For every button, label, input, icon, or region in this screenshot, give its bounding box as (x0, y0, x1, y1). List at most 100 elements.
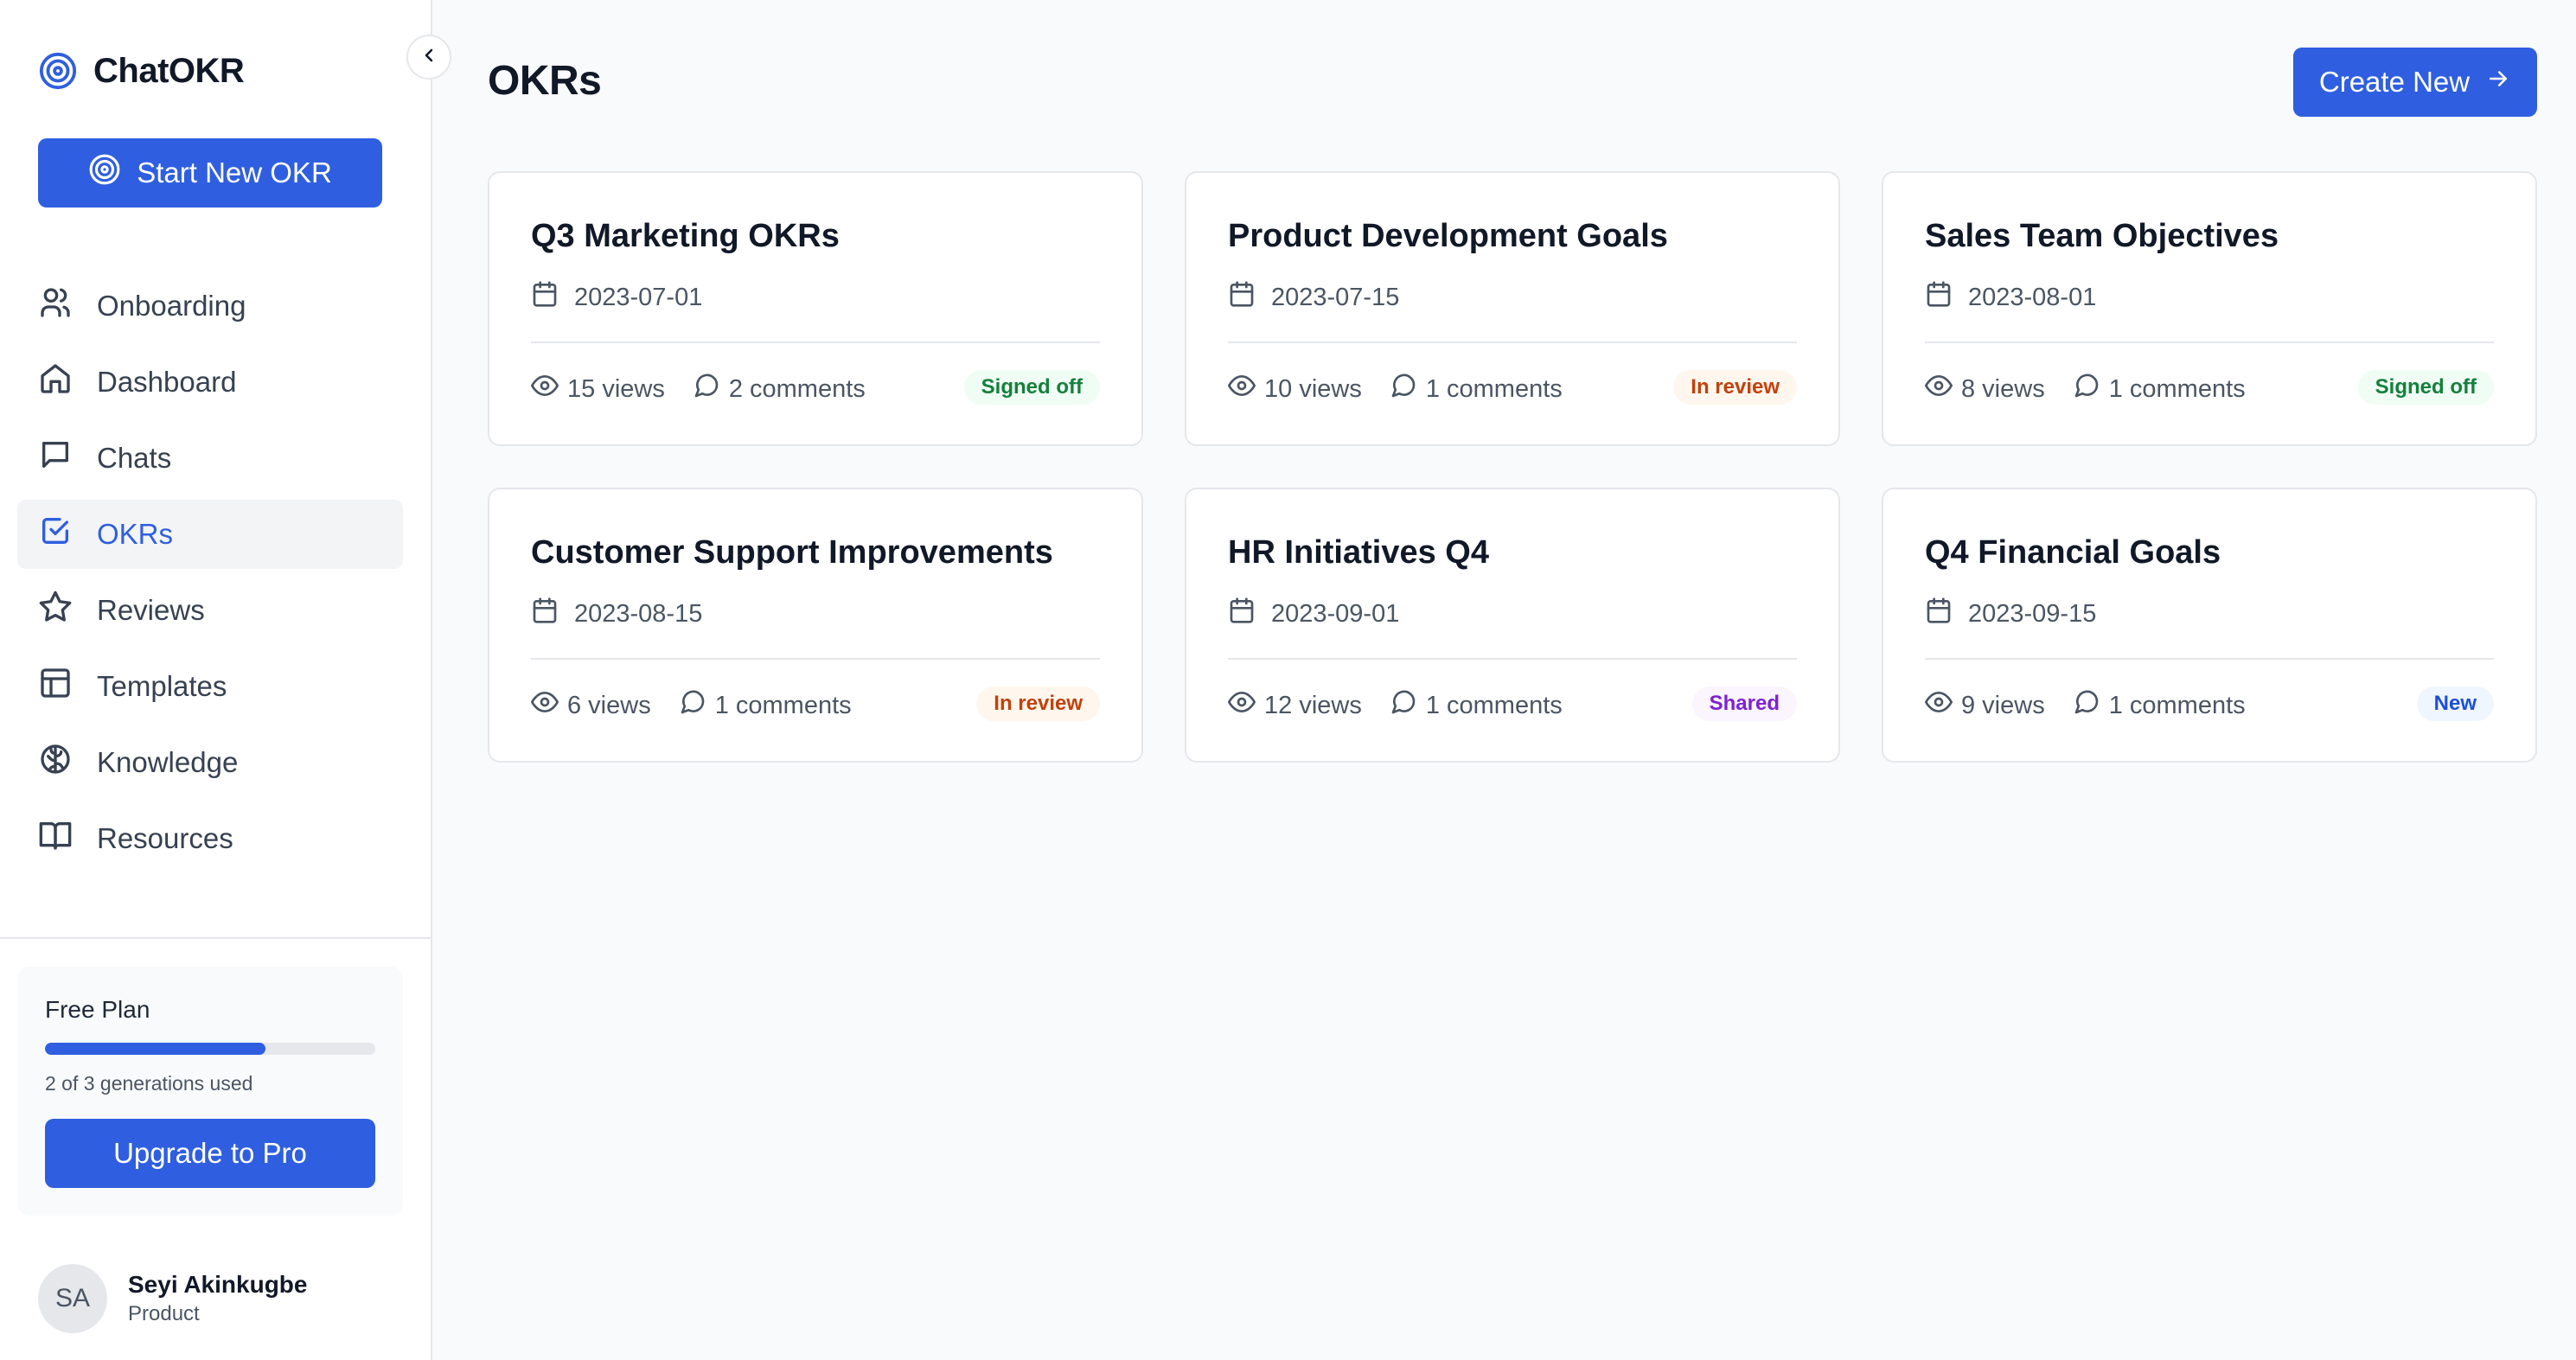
sidebar-item-okrs[interactable]: OKRs (17, 500, 403, 569)
status-badge: In review (976, 686, 1100, 721)
okr-card-comments: 1 comments (2073, 372, 2246, 406)
page-title: OKRs (488, 58, 602, 104)
okr-card-divider (1925, 342, 2494, 343)
okr-card-date: 2023-08-01 (1925, 280, 2096, 315)
usage-progress-fill (45, 1043, 265, 1055)
okr-card[interactable]: Q3 Marketing OKRs 2023-07-01 15 views 2 … (488, 171, 1143, 446)
target-logo-icon (38, 51, 78, 91)
okr-card-comments: 1 comments (1390, 372, 1563, 406)
arrow-right-icon (2485, 66, 2511, 99)
start-new-okr-label: Start New OKR (137, 156, 332, 188)
calendar-icon (531, 280, 559, 315)
okr-card-meta: 9 views 1 comments (1925, 688, 2246, 723)
okr-card-views: 6 views (531, 688, 651, 723)
create-new-label: Create New (2318, 66, 2471, 98)
user-name: Seyi Akinkugbe (128, 1271, 308, 1298)
okr-card-divider (1228, 658, 1797, 660)
okr-card-date-text: 2023-08-01 (1968, 283, 2097, 311)
sidebar-item-label: Templates (97, 670, 227, 702)
sidebar-item-reviews[interactable]: Reviews (17, 576, 403, 645)
brain-icon (38, 742, 73, 783)
okr-card-views: 10 views (1228, 372, 1362, 406)
comment-icon (2073, 372, 2100, 406)
okr-card-date: 2023-08-15 (531, 597, 702, 631)
upgrade-button[interactable]: Upgrade to Pro (45, 1119, 375, 1188)
sidebar-item-chats[interactable]: Chats (17, 424, 403, 493)
star-icon (38, 590, 73, 631)
sidebar-item-resources[interactable]: Resources (17, 804, 403, 873)
okr-card-date: 2023-07-01 (531, 280, 702, 315)
okr-card-title: HR Initiatives Q4 (1228, 534, 1489, 571)
okr-card-views: 8 views (1925, 372, 2045, 406)
okr-card-views: 15 views (531, 372, 665, 406)
okr-card-title: Q3 Marketing OKRs (531, 218, 840, 254)
status-badge: New (2416, 686, 2494, 721)
user-profile[interactable]: SA Seyi Akinkugbe Product (38, 1264, 307, 1333)
okr-card-comments-text: 1 comments (2108, 691, 2246, 719)
okr-card-comments-text: 1 comments (714, 691, 852, 719)
status-badge: Signed off (963, 370, 1100, 405)
collapse-sidebar-button[interactable] (406, 35, 451, 80)
message-icon (38, 437, 73, 479)
okr-card[interactable]: Q4 Financial Goals 2023-09-15 9 views 1 … (1882, 488, 2537, 763)
okr-card-divider (531, 342, 1100, 343)
calendar-icon (1228, 280, 1256, 315)
okr-card-views-text: 10 views (1264, 374, 1362, 403)
okr-card-meta: 12 views 1 comments (1228, 688, 1563, 723)
okr-card-date-text: 2023-07-15 (1271, 283, 1400, 311)
okr-card-meta: 6 views 1 comments (531, 688, 852, 723)
okr-card-views-text: 12 views (1264, 691, 1362, 719)
status-badge: Shared (1691, 686, 1797, 721)
okr-card-date-text: 2023-09-01 (1271, 599, 1400, 628)
status-badge: Signed off (2357, 370, 2494, 405)
app-name: ChatOKR (93, 51, 245, 90)
okr-card-divider (531, 658, 1100, 660)
plan-title: Free Plan (45, 996, 150, 1023)
okr-card-meta: 8 views 1 comments (1925, 372, 2246, 406)
calendar-icon (1228, 597, 1256, 631)
eye-icon (1228, 372, 1256, 406)
sidebar-item-label: Resources (97, 822, 233, 854)
okr-card-views-text: 15 views (567, 374, 665, 403)
sidebar-item-label: Dashboard (97, 366, 237, 398)
okr-card[interactable]: Customer Support Improvements 2023-08-15… (488, 488, 1143, 763)
avatar: SA (38, 1264, 107, 1333)
sidebar-item-dashboard[interactable]: Dashboard (17, 348, 403, 417)
okr-card-title: Customer Support Improvements (531, 534, 1053, 571)
okr-card-comments-text: 2 comments (728, 374, 866, 403)
plan-usage-text: 2 of 3 generations used (45, 1072, 253, 1095)
calendar-icon (531, 597, 559, 631)
okr-card-divider (1925, 658, 2494, 660)
sidebar-item-knowledge[interactable]: Knowledge (17, 728, 403, 797)
okr-card-title: Sales Team Objectives (1925, 218, 2279, 254)
okr-card-meta: 10 views 1 comments (1228, 372, 1563, 406)
okr-card-comments: 1 comments (1390, 688, 1563, 723)
okr-card[interactable]: Sales Team Objectives 2023-08-01 8 views… (1882, 171, 2537, 446)
sidebar-item-label: OKRs (97, 518, 174, 550)
calendar-icon (1925, 280, 1953, 315)
comment-icon (2073, 688, 2100, 723)
sidebar-item-templates[interactable]: Templates (17, 652, 403, 721)
okr-card-views-text: 9 views (1961, 691, 2045, 719)
eye-icon (1925, 372, 1953, 406)
sidebar-divider (0, 937, 432, 939)
create-new-button[interactable]: Create New (2293, 48, 2537, 117)
okr-card-comments-text: 1 comments (1425, 691, 1563, 719)
usage-progress-bar (45, 1043, 375, 1055)
target-icon (88, 153, 121, 193)
checkbox-icon (38, 514, 73, 555)
layout-icon (38, 666, 73, 707)
okr-card-views: 12 views (1228, 688, 1362, 723)
okr-card-divider (1228, 342, 1797, 343)
okr-card-date-text: 2023-07-01 (574, 283, 703, 311)
sidebar-item-onboarding[interactable]: Onboarding (17, 271, 403, 341)
okr-card[interactable]: HR Initiatives Q4 2023-09-01 12 views 1 … (1185, 488, 1840, 763)
eye-icon (531, 688, 559, 723)
start-new-okr-button[interactable]: Start New OKR (38, 138, 382, 208)
users-icon (38, 285, 73, 327)
brand[interactable]: ChatOKR (38, 48, 245, 93)
okr-card-date: 2023-07-15 (1228, 280, 1399, 315)
status-badge: In review (1673, 370, 1797, 405)
okr-card-comments: 1 comments (679, 688, 852, 723)
okr-card[interactable]: Product Development Goals 2023-07-15 10 … (1185, 171, 1840, 446)
